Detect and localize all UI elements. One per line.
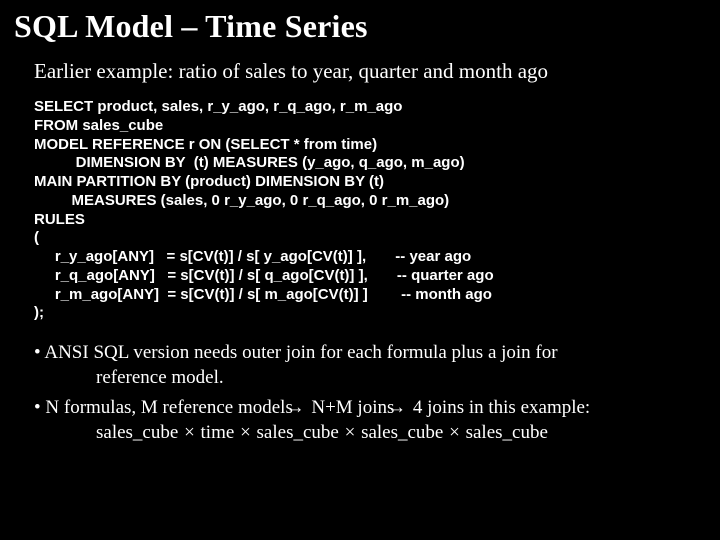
bullet-2-post: 4 joins in this example: (408, 397, 590, 418)
sql-code-block: SELECT product, sales, r_y_ago, r_q_ago,… (34, 98, 708, 323)
slide: SQL Model – Time Series Earlier example:… (0, 0, 720, 540)
b2-sub-b: time (196, 422, 239, 443)
b2-sub-c: sales_cube (252, 422, 344, 443)
b2-sub-a: sales_cube (96, 422, 183, 443)
bullet-1-line1: • ANSI SQL version needs outer join for … (34, 342, 558, 363)
b2-sub-d: sales_cube (356, 422, 448, 443)
bullet-2-mid: N+M joins (307, 397, 400, 418)
bullet-list: • ANSI SQL version needs outer join for … (34, 341, 708, 446)
bullet-2-sub: sales_cube × time × sales_cube × sales_c… (48, 422, 548, 443)
times-icon: × (448, 422, 461, 443)
bullet-1: • ANSI SQL version needs outer join for … (34, 341, 708, 390)
slide-subtitle: Earlier example: ratio of sales to year,… (34, 59, 708, 84)
times-icon: × (183, 422, 196, 443)
b2-sub-e: sales_cube (461, 422, 548, 443)
bullet-1-line2: reference model. (48, 367, 224, 388)
arrow-right-icon: → (399, 396, 408, 421)
bullet-2: • N formulas, M reference models → N+M j… (34, 396, 708, 445)
slide-title: SQL Model – Time Series (14, 8, 708, 45)
times-icon: × (344, 422, 357, 443)
times-icon: × (239, 422, 252, 443)
arrow-right-icon: → (298, 396, 307, 421)
bullet-2-pre: • N formulas, M reference models (34, 397, 298, 418)
